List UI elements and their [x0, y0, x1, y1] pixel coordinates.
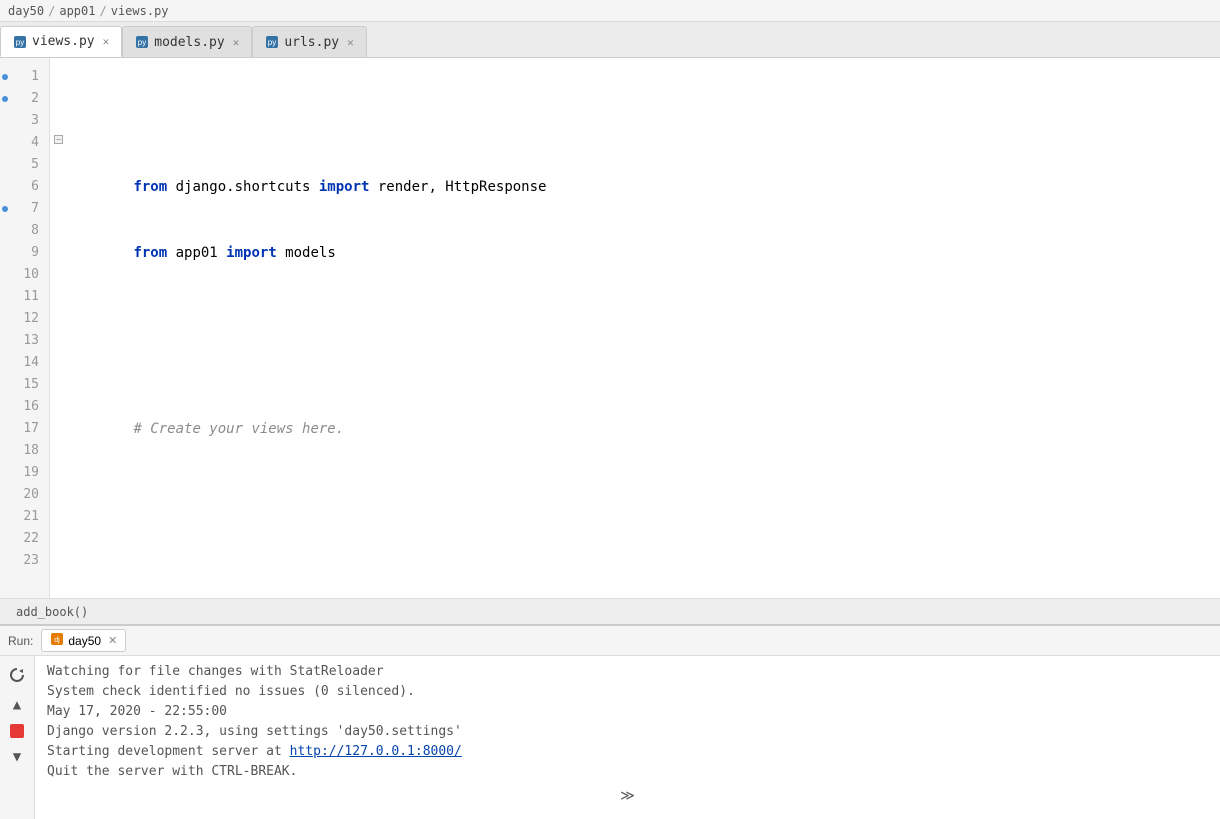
line-num-16: 16	[0, 396, 49, 418]
code-line-5	[66, 484, 1220, 506]
kw-import-1: import	[319, 179, 370, 195]
tab-views-label: views.py	[32, 34, 95, 49]
svg-text:py: py	[16, 38, 24, 47]
line-num-12: 12	[0, 308, 49, 330]
more-button[interactable]: ≫	[47, 786, 1208, 806]
tab-views-close[interactable]: ✕	[103, 35, 110, 48]
svg-text:dj: dj	[55, 637, 61, 644]
line-numbers: 1 2 3 4 5 6 7 8 9 10 11 12 13 14 15 16 1…	[0, 58, 50, 598]
line-num-17: 17	[0, 418, 49, 440]
breadcrumb-day50[interactable]: day50	[8, 4, 44, 18]
line-num-11: 11	[0, 286, 49, 308]
line-num-19: 19	[0, 462, 49, 484]
kw-import-2: import	[226, 245, 277, 261]
python-icon-views: py	[13, 35, 27, 49]
line-num-5: 5	[0, 154, 49, 176]
line-num-22: 22	[0, 528, 49, 550]
run-down-button[interactable]: ▼	[6, 746, 28, 768]
line-num-2: 2	[0, 88, 49, 110]
line-num-15: 15	[0, 374, 49, 396]
run-tab-close[interactable]: ✕	[108, 634, 117, 647]
line-num-13: 13	[0, 330, 49, 352]
run-output: Watching for file changes with StatReloa…	[35, 656, 1220, 819]
python-icon-models: py	[135, 35, 149, 49]
tab-models-label: models.py	[154, 35, 224, 50]
run-tab-day50[interactable]: dj day50 ✕	[41, 629, 126, 652]
tab-urls-close[interactable]: ✕	[347, 36, 354, 49]
run-stop-button[interactable]	[10, 724, 24, 738]
run-panel-header: Run: dj day50 ✕	[0, 626, 1220, 656]
run-sidebar: ▲ ▼	[0, 656, 35, 819]
run-content: ▲ ▼ Watching for file changes with StatR…	[0, 656, 1220, 819]
tab-views[interactable]: py views.py ✕	[0, 26, 122, 57]
breadcrumb-views[interactable]: views.py	[111, 4, 169, 18]
run-tab-label: day50	[68, 634, 101, 648]
status-bar: add_book()	[0, 598, 1220, 624]
run-output-line-2: System check identified no issues (0 sil…	[47, 682, 1208, 702]
run-output-line-6: Quit the server with CTRL-BREAK.	[47, 762, 1208, 782]
run-output-line-3: May 17, 2020 - 22:55:00	[47, 702, 1208, 722]
line-num-23: 23	[0, 550, 49, 572]
code-container: 1 2 3 4 5 6 7 8 9 10 11 12 13 14 15 16 1…	[0, 58, 1220, 598]
python-icon-urls: py	[265, 35, 279, 49]
line-num-7: 7	[0, 198, 49, 220]
tab-models[interactable]: py models.py ✕	[122, 26, 252, 57]
line-num-10: 10	[0, 264, 49, 286]
editor-area: 1 2 3 4 5 6 7 8 9 10 11 12 13 14 15 16 1…	[0, 58, 1220, 598]
code-line-1: − from django.shortcuts import render, H…	[66, 132, 1220, 154]
line-num-18: 18	[0, 440, 49, 462]
svg-text:py: py	[268, 38, 276, 47]
run-output-line-5: Starting development server at http://12…	[47, 742, 1208, 762]
run-up-button[interactable]: ▲	[6, 694, 28, 716]
line-num-4: 4	[0, 132, 49, 154]
breadcrumb: day50 / app01 / views.py	[0, 0, 1220, 22]
fold-marker-1[interactable]: −	[54, 135, 63, 144]
status-text: add_book()	[16, 605, 88, 619]
breadcrumb-app01[interactable]: app01	[59, 4, 95, 18]
line-num-1: 1	[0, 66, 49, 88]
run-label: Run:	[8, 634, 33, 648]
line-num-6: 6	[0, 176, 49, 198]
tab-urls[interactable]: py urls.py ✕	[252, 26, 366, 57]
code-content[interactable]: − from django.shortcuts import render, H…	[50, 58, 1220, 598]
line-num-20: 20	[0, 484, 49, 506]
code-line-2: from app01 import models	[66, 220, 1220, 242]
run-tab-icon: dj	[50, 632, 64, 649]
tab-urls-label: urls.py	[284, 35, 339, 50]
kw-from-2: from	[133, 245, 167, 261]
run-restart-button[interactable]	[6, 664, 28, 686]
code-line-4: # Create your views here.	[66, 396, 1220, 418]
tab-models-close[interactable]: ✕	[233, 36, 240, 49]
line-num-8: 8	[0, 220, 49, 242]
code-line-6	[66, 572, 1220, 594]
run-server-link[interactable]: http://127.0.0.1:8000/	[290, 744, 462, 759]
line-num-21: 21	[0, 506, 49, 528]
line-num-9: 9	[0, 242, 49, 264]
kw-from-1: from	[133, 179, 167, 195]
svg-text:py: py	[138, 38, 146, 47]
tab-bar: py views.py ✕ py models.py ✕ py urls.py …	[0, 22, 1220, 58]
comment-4: # Create your views here.	[133, 421, 344, 437]
run-output-line-1: Watching for file changes with StatReloa…	[47, 662, 1208, 682]
line-num-3: 3	[0, 110, 49, 132]
run-panel: Run: dj day50 ✕ ▲ ▼	[0, 624, 1220, 819]
line-num-14: 14	[0, 352, 49, 374]
run-output-line-4: Django version 2.2.3, using settings 'da…	[47, 722, 1208, 742]
code-line-3	[66, 308, 1220, 330]
